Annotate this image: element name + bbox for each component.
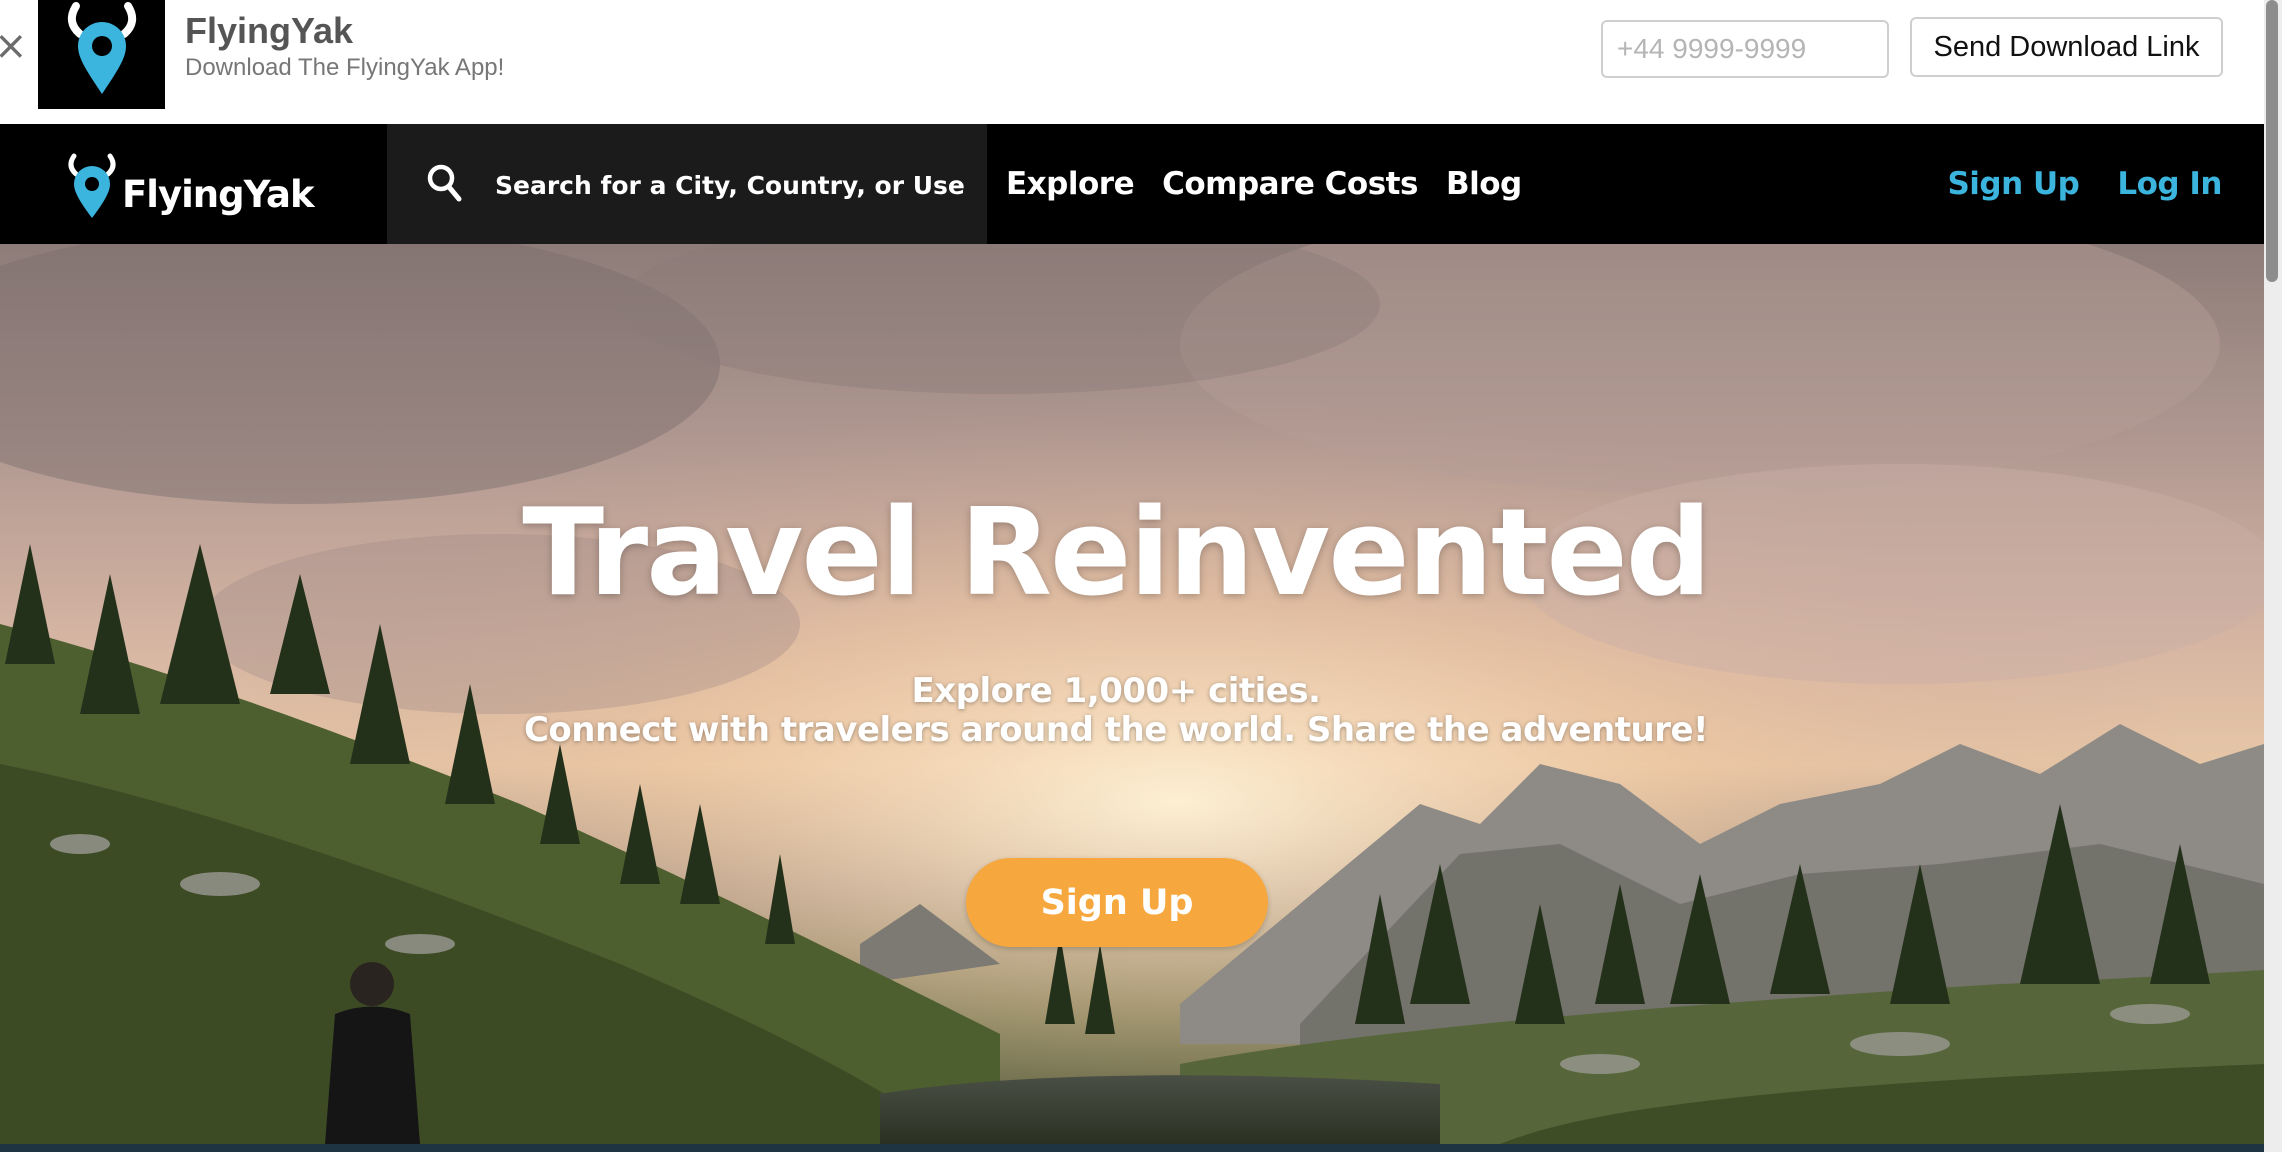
hero-sign-up-button[interactable]: Sign Up <box>966 858 1268 947</box>
nav-links: Explore Compare Costs Blog <box>1006 124 1522 244</box>
nav-log-in[interactable]: Log In <box>2117 166 2222 202</box>
app-tagline: Download The FlyingYak App! <box>185 54 505 81</box>
close-icon[interactable]: × <box>0 22 28 70</box>
auth-links: Sign Up Log In <box>1947 124 2222 244</box>
nav-compare-costs[interactable]: Compare Costs <box>1162 166 1418 202</box>
nav-explore[interactable]: Explore <box>1006 166 1135 202</box>
main-navbar: FlyingYak Explore Compare Costs Blog Sig… <box>0 124 2264 244</box>
search-input[interactable] <box>493 154 967 216</box>
send-download-link-button[interactable]: Send Download Link <box>1910 17 2223 77</box>
app-icon <box>38 0 165 109</box>
scrollbar-thumb[interactable] <box>2266 0 2278 282</box>
logo-text: FlyingYak <box>122 173 315 216</box>
yak-pin-icon <box>67 2 137 94</box>
app-name: FlyingYak <box>185 10 354 51</box>
hero-subtitle-line-2: Connect with travelers around the world.… <box>523 710 1709 750</box>
yak-pin-logo-icon <box>68 153 116 218</box>
search-bar[interactable] <box>387 124 987 244</box>
hero-section: Travel Reinvented Explore 1,000+ cities.… <box>0 244 2264 1144</box>
hero-title: Travel Reinvented <box>522 484 1711 623</box>
hero-subtitle-line-1: Explore 1,000+ cities. <box>911 671 1321 711</box>
app-download-banner: × FlyingYak Download The FlyingYak App! … <box>0 0 2264 124</box>
phone-number-input[interactable] <box>1601 20 1889 78</box>
nav-blog[interactable]: Blog <box>1446 166 1522 202</box>
next-section-edge <box>0 1144 2264 1152</box>
search-icon <box>427 164 462 202</box>
nav-sign-up[interactable]: Sign Up <box>1947 166 2079 202</box>
